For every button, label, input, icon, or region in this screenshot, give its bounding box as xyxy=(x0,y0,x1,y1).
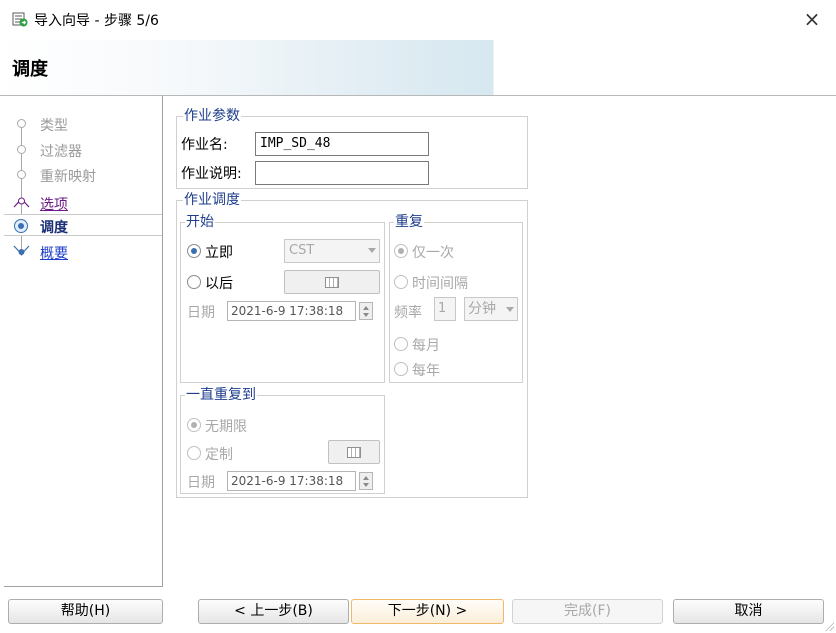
repeat-yearly-radio[interactable] xyxy=(394,362,408,376)
repeat-interval-radio[interactable] xyxy=(394,275,408,289)
repeat-yearly-label: 每年 xyxy=(412,363,440,379)
start-date-input[interactable]: 2021-6-9 17:38:18 xyxy=(227,301,356,321)
until-custom-label: 定制 xyxy=(205,447,233,463)
job-params-legend: 作业参数 xyxy=(183,108,241,124)
resize-grip-icon[interactable] xyxy=(824,621,834,631)
button-bar: 帮助(H) < 上一步(B) 下一步(N) > 完成(F) 取消 xyxy=(0,587,836,633)
step-marker-icon xyxy=(13,245,30,255)
chevron-down-icon xyxy=(506,307,514,312)
nav-step-remap[interactable]: 重新映射 xyxy=(4,165,162,185)
freq-unit-value: 分钟 xyxy=(468,301,496,317)
nav-step-options[interactable]: 选项 xyxy=(4,193,162,213)
start-later-radio[interactable] xyxy=(187,275,201,289)
nav-step-schedule[interactable]: 调度 xyxy=(4,214,162,236)
next-button[interactable]: 下一步(N) > xyxy=(351,599,504,624)
step-dot-icon xyxy=(17,145,26,154)
repeat-legend: 重复 xyxy=(394,214,424,230)
calendar-icon xyxy=(347,447,361,458)
start-later-label: 以后 xyxy=(205,276,233,292)
until-unlimited-label: 无期限 xyxy=(205,419,247,435)
step-marker-icon xyxy=(13,197,30,208)
start-legend: 开始 xyxy=(185,214,215,230)
freq-unit-select[interactable]: 分钟 xyxy=(464,297,518,321)
calendar-button[interactable] xyxy=(328,440,380,464)
step-dot-icon xyxy=(17,119,26,128)
nav-step-label: 过滤器 xyxy=(40,144,82,160)
nav-step-type[interactable]: 类型 xyxy=(4,114,162,134)
step-dot-icon xyxy=(17,170,26,179)
repeat-monthly-radio[interactable] xyxy=(394,337,408,351)
calendar-icon xyxy=(325,277,339,288)
cancel-button[interactable]: 取消 xyxy=(673,599,824,624)
start-date-spinner[interactable] xyxy=(359,302,373,320)
page-title: 调度 xyxy=(12,59,48,80)
page-header: 调度 xyxy=(0,40,836,95)
wizard-step-nav: 类型 过滤器 重新映射 选项 调度 概要 xyxy=(4,96,163,587)
finish-button[interactable]: 完成(F) xyxy=(512,599,663,624)
repeat-interval-label: 时间间隔 xyxy=(412,276,468,292)
job-desc-input[interactable] xyxy=(255,161,429,185)
nav-step-summary[interactable]: 概要 xyxy=(4,242,162,262)
help-button[interactable]: 帮助(H) xyxy=(8,599,163,624)
job-name-label: 作业名: xyxy=(181,137,228,153)
window-title: 导入向导 - 步骤 5/6 xyxy=(34,13,159,29)
until-date-spinner[interactable] xyxy=(359,472,373,490)
until-custom-radio[interactable] xyxy=(187,446,201,460)
start-immediate-label: 立即 xyxy=(205,245,233,261)
freq-input[interactable]: 1 xyxy=(434,297,456,321)
repeat-monthly-label: 每月 xyxy=(412,338,440,354)
until-date-input[interactable]: 2021-6-9 17:38:18 xyxy=(227,471,356,491)
start-immediate-radio[interactable] xyxy=(187,244,201,258)
nav-step-label: 调度 xyxy=(40,220,68,236)
calendar-button[interactable] xyxy=(284,270,380,294)
until-unlimited-radio[interactable] xyxy=(187,418,201,432)
nav-step-filter[interactable]: 过滤器 xyxy=(4,140,162,160)
repeat-until-legend: 一直重复到 xyxy=(185,387,257,403)
job-name-input[interactable]: IMP_SD_48 xyxy=(255,132,429,156)
job-schedule-legend: 作业调度 xyxy=(183,192,241,208)
nav-step-label: 类型 xyxy=(40,118,68,134)
until-date-label: 日期 xyxy=(187,475,215,491)
repeat-once-radio[interactable] xyxy=(394,244,408,258)
close-icon[interactable]: × xyxy=(800,6,824,32)
back-button[interactable]: < 上一步(B) xyxy=(198,599,349,624)
chevron-down-icon xyxy=(368,248,376,253)
freq-label: 频率 xyxy=(394,305,422,321)
nav-step-label: 重新映射 xyxy=(40,169,96,185)
nav-step-label: 选项 xyxy=(40,197,68,213)
start-date-label: 日期 xyxy=(187,305,215,321)
repeat-once-label: 仅一次 xyxy=(412,245,454,261)
title-bar: 导入向导 - 步骤 5/6 × xyxy=(0,0,836,40)
job-desc-label: 作业说明: xyxy=(181,166,242,182)
nav-step-label: 概要 xyxy=(40,246,68,262)
current-step-icon xyxy=(14,219,28,233)
wizard-icon xyxy=(12,12,28,27)
timezone-select[interactable]: CST xyxy=(284,239,380,263)
